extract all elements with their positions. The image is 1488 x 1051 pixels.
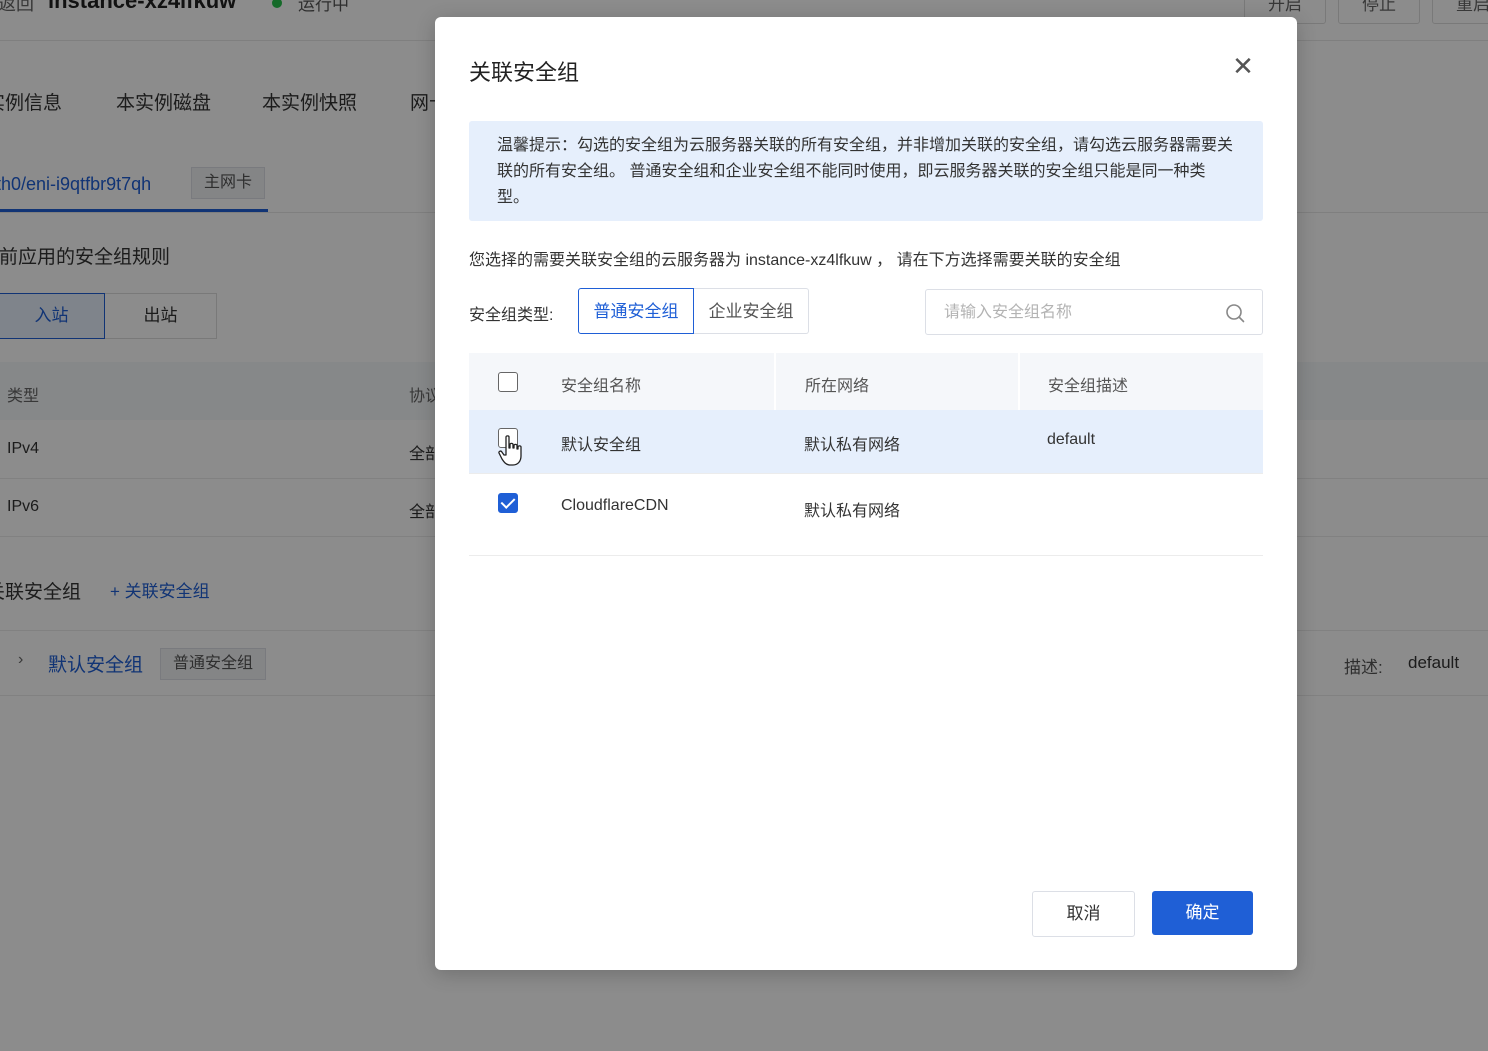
type-option-enterprise[interactable]: 企业安全组 [694, 288, 809, 334]
col-group-name: 安全组名称 [561, 378, 642, 395]
table-row[interactable]: CloudflareCDN 默认私有网络 [469, 474, 1263, 556]
search-icon[interactable] [1224, 302, 1246, 324]
dialog-title: 关联安全组 [469, 60, 580, 85]
network-cell: 默认私有网络 [804, 437, 901, 454]
select-all-checkbox[interactable] [498, 372, 518, 392]
description-cell: default [1047, 431, 1096, 448]
column-divider [774, 353, 776, 410]
group-name-cell: 默认安全组 [561, 437, 642, 454]
associate-security-group-dialog: 关联安全组 ✕ 温馨提示：勾选的安全组为云服务器关联的所有安全组，并非增加关联的… [435, 17, 1297, 970]
selection-description: 您选择的需要关联安全组的云服务器为 instance-xz4lfkuw ， 请在… [469, 252, 1121, 269]
search-input[interactable] [942, 290, 1216, 336]
close-icon[interactable]: ✕ [1230, 53, 1256, 79]
group-type-label: 安全组类型: [469, 307, 554, 324]
group-name-cell: CloudflareCDN [561, 497, 669, 514]
tip-notice: 温馨提示：勾选的安全组为云服务器关联的所有安全组，并非增加关联的安全组，请勾选云… [469, 121, 1263, 221]
column-divider [1018, 353, 1020, 410]
col-network: 所在网络 [805, 378, 870, 395]
confirm-button[interactable]: 确定 [1152, 891, 1253, 935]
row-checkbox-checked[interactable] [498, 493, 518, 513]
type-option-standard[interactable]: 普通安全组 [578, 288, 694, 334]
cancel-button[interactable]: 取消 [1032, 891, 1135, 937]
table-header: 安全组名称 所在网络 安全组描述 [469, 353, 1263, 410]
table-row[interactable]: 默认安全组 默认私有网络 default [469, 410, 1263, 474]
search-box [925, 289, 1263, 336]
hand-cursor-icon [498, 435, 522, 466]
network-cell: 默认私有网络 [804, 503, 901, 520]
col-description: 安全组描述 [1048, 378, 1129, 395]
